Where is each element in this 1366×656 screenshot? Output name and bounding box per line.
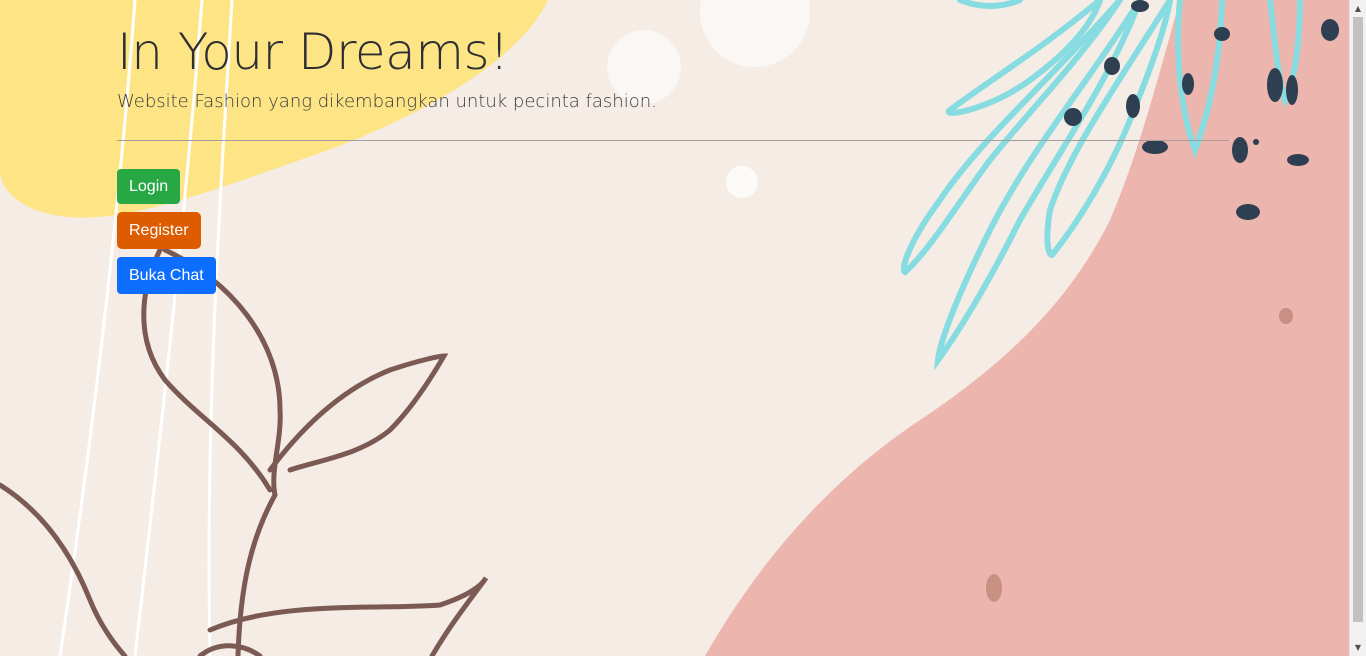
scrollbar-thumb[interactable] bbox=[1353, 17, 1363, 622]
login-button[interactable]: Login bbox=[117, 169, 181, 204]
triangle-down-icon[interactable]: ▼ bbox=[1350, 639, 1366, 656]
vertical-scrollbar[interactable]: ▲ ▼ bbox=[1349, 0, 1366, 656]
petal bbox=[986, 574, 1002, 602]
action-buttons: Login Register Buka Chat bbox=[117, 169, 216, 302]
open-chat-button[interactable]: Buka Chat bbox=[117, 257, 216, 294]
white-circle-small bbox=[726, 166, 758, 198]
petal bbox=[1279, 308, 1293, 324]
register-button[interactable]: Register bbox=[117, 212, 201, 249]
divider bbox=[117, 140, 1229, 141]
page-subtitle: Website Fashion yang dikembangkan untuk … bbox=[117, 91, 657, 112]
page-title: In Your Dreams! bbox=[117, 23, 509, 81]
jumbotron: In Your Dreams! Website Fashion yang dik… bbox=[117, 0, 1229, 141]
brown-leaf-drawing bbox=[0, 247, 489, 656]
triangle-up-icon[interactable]: ▲ bbox=[1350, 0, 1366, 17]
